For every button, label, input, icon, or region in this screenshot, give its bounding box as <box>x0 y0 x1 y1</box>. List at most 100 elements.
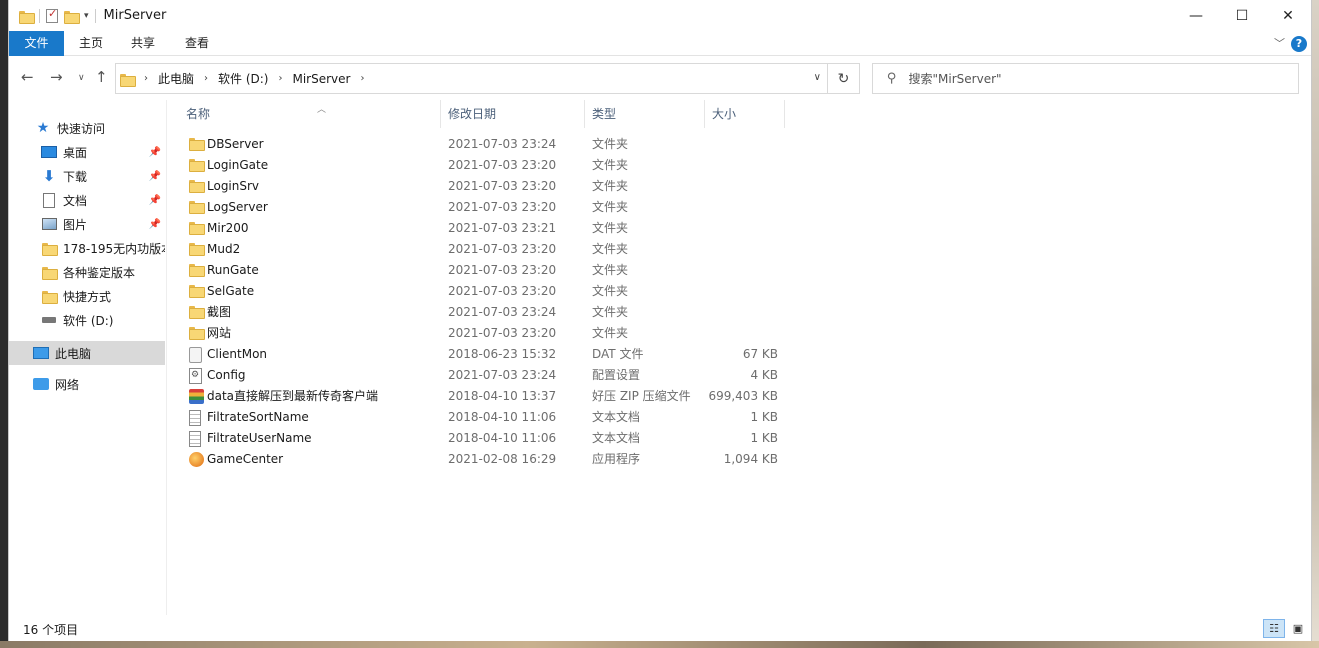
help-icon[interactable]: ? <box>1291 36 1307 52</box>
refresh-button[interactable]: ↻ <box>828 63 860 94</box>
breadcrumb-chevron-icon[interactable]: › <box>278 73 282 84</box>
breadcrumb-drive-d[interactable]: 软件 (D:) <box>218 70 268 87</box>
file-size: 699,403 KB <box>708 389 778 403</box>
breadcrumb-chevron-icon[interactable]: › <box>204 73 208 84</box>
file-row[interactable]: 网站 2021-07-03 23:20 文件夹 <box>186 323 786 344</box>
pin-icon[interactable]: 📌 <box>149 171 161 182</box>
breadcrumb-mirserver[interactable]: MirServer <box>292 72 350 86</box>
pin-icon[interactable]: 📌 <box>149 195 161 206</box>
file-type: 文件夹 <box>592 137 629 151</box>
file-row[interactable]: ClientMon 2018-06-23 15:32 DAT 文件 67 KB <box>186 344 786 365</box>
file-row[interactable]: Config 2021-07-03 23:24 配置设置 4 KB <box>186 365 786 386</box>
file-type: 好压 ZIP 压缩文件 <box>592 389 691 403</box>
column-header-date[interactable]: 修改日期 <box>441 100 585 128</box>
file-type: 文件夹 <box>592 179 629 193</box>
breadcrumb-chevron-icon[interactable]: › <box>360 73 364 84</box>
tab-view[interactable]: 查看 <box>177 31 217 56</box>
file-row[interactable]: Mud2 2021-07-03 23:20 文件夹 <box>186 239 786 260</box>
file-size <box>706 134 778 155</box>
nav-item-folder-shortcuts[interactable]: 快捷方式 <box>9 284 165 308</box>
file-date: 2021-07-03 23:20 <box>448 284 557 298</box>
folder-icon <box>41 265 58 280</box>
nav-item-folder-versions[interactable]: 各种鉴定版本 <box>9 260 165 284</box>
breadcrumb-chevron-icon[interactable]: › <box>144 73 148 84</box>
folder-icon <box>189 137 205 151</box>
nav-item-drive-d[interactable]: 软件 (D:) <box>9 308 165 332</box>
nav-item-desktop[interactable]: 桌面 📌 <box>9 140 165 164</box>
search-placeholder: 搜索"MirServer" <box>908 72 1002 86</box>
column-header-label: 修改日期 <box>448 107 497 121</box>
search-input[interactable]: ⚲ 搜索"MirServer" <box>872 63 1299 94</box>
file-size: 4 KB <box>750 368 778 382</box>
column-header-name[interactable]: 名称 ︿ <box>179 100 441 128</box>
forward-arrow-icon[interactable]: → <box>50 68 63 86</box>
nav-label: 软件 (D:) <box>63 313 114 328</box>
file-row[interactable]: Mir200 2021-07-03 23:21 文件夹 <box>186 218 786 239</box>
nav-item-downloads[interactable]: ⬇ 下载 📌 <box>9 164 165 188</box>
nav-item-pictures[interactable]: 图片 📌 <box>9 212 165 236</box>
application-icon <box>189 452 204 467</box>
address-history-dropdown-icon[interactable]: ∨ <box>814 72 821 83</box>
file-row[interactable]: FiltrateUserName 2018-04-10 11:06 文本文档 1 KB <box>186 428 786 449</box>
pin-icon[interactable]: 📌 <box>149 147 161 158</box>
nav-item-folder-178-195[interactable]: 178-195无内功版本 <box>9 236 165 260</box>
file-row[interactable]: data直接解压到最新传奇客户端 2018-04-10 13:37 好压 ZIP 压… <box>186 386 786 407</box>
customize-toolbar-chevron-icon[interactable]: ▾ <box>84 11 89 21</box>
file-row[interactable]: LoginSrv 2021-07-03 23:20 文件夹 <box>186 176 786 197</box>
file-type: 配置设置 <box>592 368 641 382</box>
file-row[interactable]: LoginGate 2021-07-03 23:20 文件夹 <box>186 155 786 176</box>
file-size: 1 KB <box>750 431 778 445</box>
nav-network[interactable]: 网络 <box>9 372 165 396</box>
up-arrow-icon[interactable]: ↑ <box>95 68 108 86</box>
details-view-button[interactable]: ☷ <box>1263 619 1285 638</box>
breadcrumb-this-pc[interactable]: 此电脑 <box>158 70 194 87</box>
file-row[interactable]: DBServer 2021-07-03 23:24 文件夹 <box>186 134 786 155</box>
file-size: 1 KB <box>750 410 778 424</box>
large-icons-view-button[interactable]: ▣ <box>1287 619 1309 638</box>
file-size <box>706 260 778 281</box>
desktop-background-left <box>0 0 8 648</box>
file-row[interactable]: SelGate 2021-07-03 23:20 文件夹 <box>186 281 786 302</box>
ribbon-tabs: 文件 主页 共享 查看 ﹀ ? <box>9 31 1311 56</box>
expand-ribbon-chevron-icon[interactable]: ﹀ <box>1274 35 1285 51</box>
file-row[interactable]: RunGate 2021-07-03 23:20 文件夹 <box>186 260 786 281</box>
file-type: 文件夹 <box>592 263 629 277</box>
file-name: 截图 <box>207 305 232 319</box>
address-bar[interactable]: › 此电脑 › 软件 (D:) › MirServer › ∨ <box>115 63 828 94</box>
toolbar-separator <box>94 8 96 23</box>
file-size <box>706 281 778 302</box>
new-folder-icon[interactable] <box>64 10 80 24</box>
column-header-label: 大小 <box>712 107 737 121</box>
file-type: 文件夹 <box>592 221 629 235</box>
column-header-size[interactable]: 大小 <box>705 100 785 128</box>
refresh-icon: ↻ <box>837 70 850 87</box>
nav-quick-access[interactable]: ★ 快速访问 <box>9 116 165 140</box>
maximize-button[interactable]: ☐ <box>1219 0 1265 31</box>
status-bar: 16 个项目 ☷ ▣ <box>9 615 1311 641</box>
file-type: 文本文档 <box>592 431 641 445</box>
tab-share[interactable]: 共享 <box>123 31 163 56</box>
column-header-type[interactable]: 类型 <box>585 100 705 128</box>
file-name: Mir200 <box>207 221 249 235</box>
properties-icon[interactable] <box>46 7 58 23</box>
file-row[interactable]: GameCenter 2021-02-08 16:29 应用程序 1,094 KB <box>186 449 786 470</box>
nav-item-documents[interactable]: 文档 📌 <box>9 188 165 212</box>
minimize-button[interactable]: — <box>1173 0 1219 31</box>
file-date: 2021-07-03 23:20 <box>448 158 557 172</box>
file-name: FiltrateSortName <box>207 410 309 424</box>
file-row[interactable]: LogServer 2021-07-03 23:20 文件夹 <box>186 197 786 218</box>
nav-this-pc[interactable]: 此电脑 <box>9 341 165 365</box>
config-file-icon <box>189 368 202 384</box>
tab-home[interactable]: 主页 <box>71 31 111 56</box>
tab-file[interactable]: 文件 <box>9 31 64 56</box>
close-button[interactable]: ✕ <box>1265 0 1311 31</box>
file-row[interactable]: FiltrateSortName 2018-04-10 11:06 文本文档 1 KB <box>186 407 786 428</box>
file-row[interactable]: 截图 2021-07-03 23:24 文件夹 <box>186 302 786 323</box>
nav-label: 快捷方式 <box>63 289 112 304</box>
text-file-icon <box>189 431 201 447</box>
recent-locations-chevron-icon[interactable]: ∨ <box>78 73 85 83</box>
star-icon: ★ <box>36 120 50 136</box>
pin-icon[interactable]: 📌 <box>149 219 161 230</box>
folder-icon <box>41 241 58 256</box>
back-arrow-icon[interactable]: ← <box>21 68 34 86</box>
